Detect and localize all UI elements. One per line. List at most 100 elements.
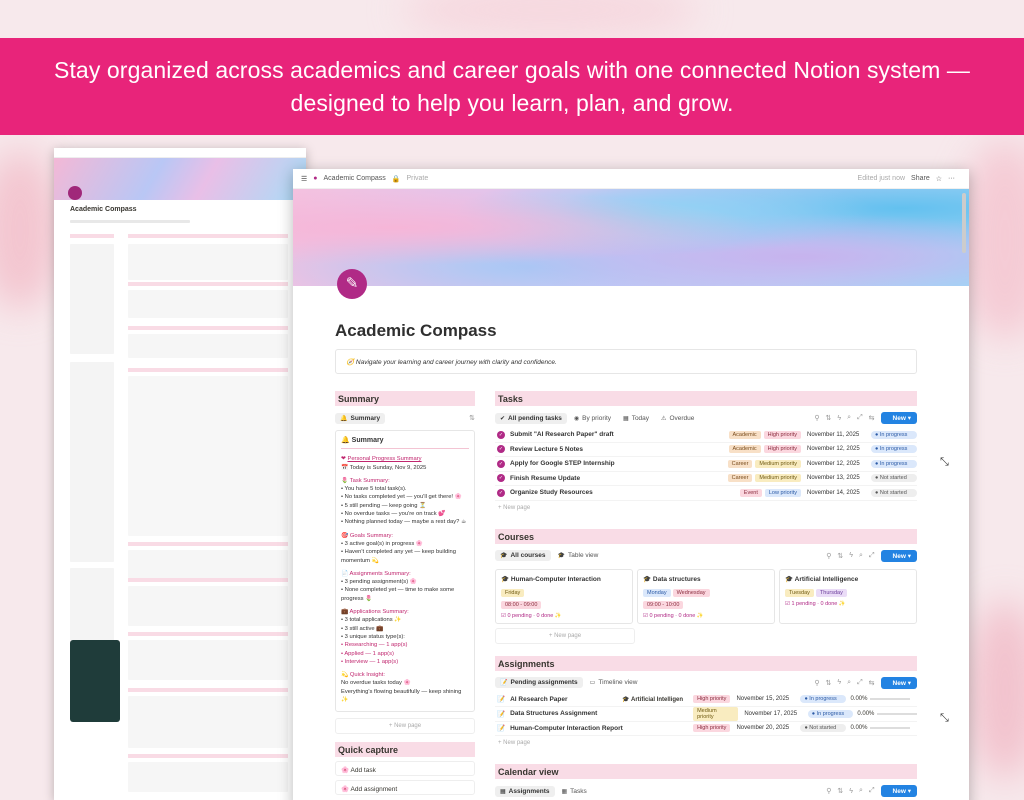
- add-assignment-button[interactable]: 🌸 Add assignment: [335, 780, 475, 795]
- mini-line: [128, 376, 288, 536]
- share-button[interactable]: Share: [911, 175, 930, 182]
- tab-all-pending[interactable]: ✔ All pending tasks: [495, 412, 567, 424]
- tasks-new-button[interactable]: New ▾: [880, 412, 917, 424]
- mini-line: [70, 234, 114, 238]
- check-icon[interactable]: ✓: [497, 488, 505, 497]
- more-icon[interactable]: ···: [948, 175, 955, 182]
- tab-by-priority[interactable]: ◉ By priority: [569, 413, 616, 424]
- compass-page-icon[interactable]: ✎: [337, 269, 367, 299]
- sort-icon[interactable]: ⇅: [837, 552, 843, 560]
- zoom-icon[interactable]: ⤡: [940, 712, 954, 726]
- assignment-row[interactable]: 📝 AI Research Paper 🎓 Artificial Intellige…: [495, 693, 917, 707]
- tab-label: Summary: [350, 414, 381, 422]
- task-summary-heading: 🌷 Task Summary:: [341, 477, 390, 484]
- tab-overdue[interactable]: ⚠ Overdue: [656, 413, 699, 424]
- tab-timeline-view[interactable]: ▭ Timeline view: [585, 677, 643, 688]
- day-pill: Tuesday: [785, 588, 814, 597]
- sort-icon[interactable]: ⇅: [837, 787, 843, 795]
- lightning-icon[interactable]: ϟ: [837, 415, 841, 422]
- settings-icon[interactable]: ⇆: [869, 414, 875, 422]
- add-assignment-label: Add assignment: [350, 786, 398, 793]
- expand-icon[interactable]: ⤢: [869, 552, 875, 560]
- task-row[interactable]: ✓ Submit "AI Research Paper" draft Academi…: [495, 428, 917, 443]
- search-icon[interactable]: ⌕: [859, 552, 863, 560]
- filter-icon[interactable]: ⚲: [814, 414, 819, 422]
- task-row[interactable]: ✓ Review Lecture 5 Notes Academic High prio…: [495, 443, 917, 457]
- star-icon[interactable]: ☆: [936, 175, 942, 183]
- tab-label: Overdue: [669, 414, 695, 422]
- filter-icon[interactable]: ⚲: [826, 552, 831, 560]
- tab-today[interactable]: ▦ Today: [618, 413, 654, 424]
- page-cover: [293, 189, 969, 286]
- tasks-new-page[interactable]: + New page: [495, 501, 917, 515]
- mini-line: [128, 282, 288, 286]
- lightning-icon[interactable]: ϟ: [849, 788, 853, 795]
- calendar-new-button[interactable]: New ▾: [880, 785, 917, 797]
- tab-pending-assignments[interactable]: 📝 Pending assignments: [495, 677, 583, 688]
- category-tag: Academic: [728, 445, 761, 454]
- expand-icon[interactable]: ⤢: [869, 787, 875, 795]
- tab-cal-tasks[interactable]: ▦ Tasks: [557, 786, 592, 797]
- course-card[interactable]: 🎓 Data structures Monday Wednesday 09:00 …: [637, 568, 775, 624]
- expand-icon[interactable]: ⤢: [857, 414, 863, 422]
- apps-line: • Applied — 1 app(s): [341, 650, 394, 657]
- settings-icon[interactable]: ⇆: [869, 679, 875, 687]
- tab-summary[interactable]: 🔔 Summary: [335, 412, 386, 424]
- assign-summary-heading-text: Assignments Summary:: [349, 570, 411, 577]
- scrollbar[interactable]: [962, 193, 966, 253]
- summary-new-page[interactable]: + New page: [335, 718, 475, 734]
- assignment-row[interactable]: 📝 Human-Computer Interaction Report High p…: [495, 722, 917, 736]
- privacy-label[interactable]: Private: [406, 175, 428, 182]
- check-circle-icon: ✔: [500, 415, 506, 422]
- progress-link[interactable]: ❤ Personal Progress Summary: [341, 455, 469, 463]
- tab-cal-assignments[interactable]: ▦ Assignments: [495, 785, 555, 797]
- course-card[interactable]: 🎓 Artificial Intelligence Tuesday Thursda…: [779, 568, 917, 624]
- tab-all-courses[interactable]: 🎓 All courses: [495, 550, 551, 561]
- course-time: 08:00 - 09:00: [501, 600, 542, 609]
- check-icon[interactable]: ✓: [497, 445, 505, 454]
- page-title: Academic Compass: [335, 321, 497, 340]
- lock-icon: 🔒: [391, 175, 401, 183]
- filter-icon[interactable]: ⚲: [814, 679, 819, 687]
- new-page-label: New page: [503, 740, 531, 746]
- courses-new-page[interactable]: + New page: [495, 627, 635, 644]
- courses-new-button[interactable]: New ▾: [880, 549, 917, 562]
- search-icon[interactable]: ⌕: [847, 679, 851, 687]
- tab-label: By priority: [582, 414, 612, 422]
- check-icon[interactable]: ✓: [497, 474, 505, 483]
- callout: 🧭 Navigate your learning and career jour…: [335, 349, 917, 374]
- course-pending-text: 0 pending · 0 done ✨: [507, 612, 562, 619]
- right-column: Tasks ✔ All pending tasks ◉ By priority ▦ T…: [495, 391, 917, 798]
- breadcrumb-page[interactable]: Academic Compass: [324, 175, 386, 182]
- task-row[interactable]: ✓ Organize Study Resources Event Low priori…: [495, 486, 917, 501]
- status-text: Not started: [809, 725, 837, 732]
- search-icon[interactable]: ⌕: [847, 414, 851, 422]
- new-label: New: [892, 788, 906, 795]
- course-card[interactable]: 🎓 Human-Computer Interaction Friday 08:0…: [495, 568, 633, 624]
- assignment-row[interactable]: 📝 Data Structures Assignment Medium priori…: [495, 706, 917, 722]
- lightning-icon[interactable]: ϟ: [849, 552, 853, 559]
- task-row[interactable]: ✓ Apply for Google STEP Internship Career M…: [495, 457, 917, 472]
- task-line: • No overdue tasks — you're on track 💕: [341, 511, 446, 518]
- bell-icon: 🔔: [340, 415, 348, 422]
- task-row[interactable]: ✓ Finish Resume Update Career Medium priori…: [495, 472, 917, 486]
- check-icon[interactable]: ✓: [497, 459, 505, 468]
- add-task-button[interactable]: 🌸 Add task: [335, 761, 475, 776]
- category-tag: Event: [739, 488, 762, 497]
- assignments-new-page[interactable]: + New page: [495, 736, 917, 750]
- menu-icon[interactable]: ☰: [301, 175, 307, 183]
- sort-icon[interactable]: ⇅: [826, 679, 832, 687]
- timeline-icon: ▭: [589, 680, 596, 686]
- assignments-new-button[interactable]: New ▾: [880, 676, 917, 689]
- assignment-name: Data Structures Assignment: [510, 710, 598, 718]
- sort-icon[interactable]: ⇅: [469, 414, 475, 422]
- sort-icon[interactable]: ⇅: [826, 414, 832, 422]
- lightning-icon[interactable]: ϟ: [837, 679, 841, 686]
- expand-icon[interactable]: ⤢: [857, 679, 863, 687]
- status-text: In progress: [879, 446, 908, 453]
- tab-table-view[interactable]: 🎓 Table view: [553, 550, 604, 561]
- search-icon[interactable]: ⌕: [859, 787, 863, 795]
- check-icon[interactable]: ✓: [497, 430, 505, 439]
- zoom-icon[interactable]: ⤡: [940, 456, 954, 470]
- filter-icon[interactable]: ⚲: [826, 787, 831, 795]
